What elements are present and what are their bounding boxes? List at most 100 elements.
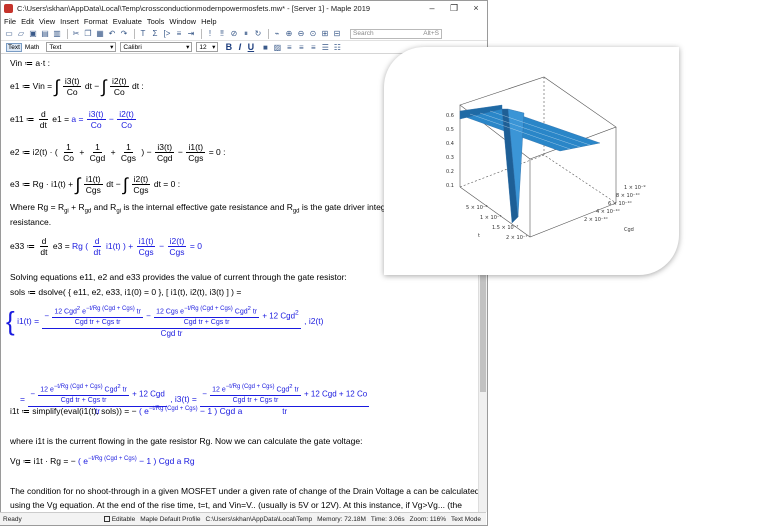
status-mode: Text Mode [451, 515, 481, 523]
t-tick: 5 × 10⁻⁸ [466, 205, 488, 211]
new-document-icon[interactable]: ▭ [4, 29, 14, 39]
z-axis-ticks: 0.6 0.5 0.4 0.3 0.2 0.1 [446, 113, 454, 189]
numbered-list-icon[interactable]: ☷ [332, 42, 342, 52]
text-mode-icon[interactable]: T [138, 29, 148, 39]
cut-icon[interactable]: ✂ [71, 29, 81, 39]
font-select[interactable]: Calibri ▾ [120, 42, 193, 52]
search-box[interactable]: Search Alt+S [350, 28, 442, 39]
3d-plot-card: 0.6 0.5 0.4 0.3 0.2 0.1 5 × 10⁻⁸ 1 × 10⁻… [384, 47, 679, 275]
status-zoom: Zoom: 116% [409, 515, 446, 523]
menu-help[interactable]: Help [201, 17, 216, 26]
chevron-down-icon: ▾ [212, 44, 216, 51]
i1t-definition: i1t ≔ simplify(eval(i1(t), sols)) = − ( … [10, 406, 243, 416]
bold-button[interactable]: B [223, 42, 234, 52]
z-tick: 0.1 [446, 183, 454, 189]
t-axis-label: t [478, 233, 480, 239]
z-tick: 0.4 [446, 141, 454, 147]
plot-box-back [459, 154, 617, 204]
expand-icon[interactable]: ⊞ [320, 29, 330, 39]
i1t-description: where i1t is the current flowing in the … [10, 436, 363, 446]
editable-toggle[interactable]: Editable [103, 515, 135, 523]
cgd-axis-ticks: 2 × 10⁻¹⁰ 4 × 10⁻¹⁰ 6 × 10⁻¹⁰ 8 × 10⁻¹⁰ … [584, 185, 646, 233]
checkbox-icon[interactable] [103, 515, 110, 522]
bullet-list-icon[interactable]: ☰ [320, 42, 330, 52]
e2-definition: e2 ≔ i2(t) · ( 1 Co + 1 Cgd + 1 Cgs ) − i3(… [10, 142, 226, 163]
execute-icon[interactable]: ! [205, 29, 215, 39]
condition-text-1: The condition for no shoot-through in a … [10, 486, 478, 496]
indent-icon[interactable]: ⇥ [186, 29, 196, 39]
align-center-icon[interactable]: ≡ [296, 42, 306, 52]
stop-icon[interactable]: ⊘ [229, 29, 239, 39]
menu-view[interactable]: View [39, 17, 55, 26]
toolbar-divider [201, 28, 202, 39]
style-value: Text [49, 43, 62, 51]
search-placeholder: Search [353, 30, 374, 37]
status-ready: Ready [3, 515, 22, 523]
underline-button[interactable]: U [245, 42, 256, 52]
maple-logo-icon [4, 3, 13, 13]
status-time: Time: 3.06s [370, 515, 405, 523]
paste-icon[interactable]: ▦ [95, 29, 105, 39]
e1-definition: e1 ≔ Vin = ∫ i3(t) Co dt − ∫ i2(t) Co dt : [10, 76, 144, 97]
rg-description: Where Rg = Rgi + Rgd and Rgi is the inte… [10, 202, 394, 215]
execution-group-icon[interactable]: [> [162, 29, 172, 39]
status-path: C:\Users\skhan\AppData\Local\Temp [205, 515, 313, 523]
text-color-icon[interactable]: ■ [260, 42, 270, 52]
toolbar-divider [268, 28, 269, 39]
redo-icon[interactable]: ↷ [119, 29, 129, 39]
3d-surface-plot: 0.6 0.5 0.4 0.3 0.2 0.1 5 × 10⁻⁸ 1 × 10⁻… [446, 76, 646, 241]
toolbar-divider [67, 28, 68, 39]
vin-definition: Vin ≔ a·t : [10, 58, 50, 68]
toolbar-divider [134, 28, 135, 39]
link-icon[interactable]: ⌁ [272, 29, 282, 39]
chevron-down-icon: ▾ [186, 44, 190, 51]
zoom-icon[interactable]: ⊙ [308, 29, 318, 39]
menu-format[interactable]: Format [84, 17, 108, 26]
open-folder-icon[interactable]: ▱ [16, 29, 26, 39]
math-mode-button[interactable]: Math [23, 43, 41, 52]
minimize-button[interactable]: – [421, 3, 443, 13]
menu-evaluate[interactable]: Evaluate [113, 17, 142, 26]
undo-icon[interactable]: ↶ [107, 29, 117, 39]
close-button[interactable]: × [465, 3, 487, 13]
save-icon[interactable]: ▣ [28, 29, 38, 39]
plot-box-bottom [459, 186, 617, 238]
section-icon[interactable]: ≡ [174, 29, 184, 39]
copy-icon[interactable]: ❐ [83, 29, 93, 39]
cgd-tick: 2 × 10⁻¹⁰ [584, 217, 608, 223]
z-tick: 0.6 [446, 113, 454, 119]
print-preview-icon[interactable]: ▥ [52, 29, 62, 39]
menu-tools[interactable]: Tools [147, 17, 165, 26]
align-left-icon[interactable]: ≡ [284, 42, 294, 52]
cgd-axis-label: Cgd [624, 227, 634, 233]
cgd-tick: 6 × 10⁻¹⁰ [608, 201, 632, 207]
cgd-tick: 4 × 10⁻¹⁰ [596, 209, 620, 215]
debug-icon[interactable]: ⏸ [241, 29, 251, 39]
style-select[interactable]: Text ▾ [46, 42, 117, 52]
font-size-select[interactable]: 12 ▾ [196, 42, 219, 52]
menu-file[interactable]: File [4, 17, 16, 26]
zoom-in-icon[interactable]: ⊕ [284, 29, 294, 39]
cgd-tick: 8 × 10⁻¹⁰ [616, 193, 640, 199]
restart-icon[interactable]: ↻ [253, 29, 263, 39]
title-bar: C:\Users\skhan\AppData\Local\Temp\crossc… [1, 1, 487, 15]
sum-icon[interactable]: Σ [150, 29, 160, 39]
sols-command: sols ≔ dsolve( { e11, e2, e33, i1(0) = 0… [10, 287, 242, 297]
print-icon[interactable]: ▤ [40, 29, 50, 39]
highlight-icon[interactable]: ▨ [272, 42, 282, 52]
condition-text-2: using the Vg equation. At the end of the… [10, 500, 462, 510]
menu-bar: File Edit View Insert Format Evaluate To… [1, 15, 487, 27]
align-right-icon[interactable]: ≡ [308, 42, 318, 52]
menu-insert[interactable]: Insert [60, 17, 79, 26]
t-tick: 2 × 10⁻⁷ [506, 235, 528, 241]
e11-definition: e11 ≔ d dt e1 = a = i3(t) Co − i2(t) Co [10, 109, 136, 130]
maximize-button[interactable]: ❐ [443, 3, 465, 14]
zoom-out-icon[interactable]: ⊖ [296, 29, 306, 39]
rg-description-cont: resistance. [10, 217, 52, 227]
collapse-icon[interactable]: ⊟ [332, 29, 342, 39]
italic-button[interactable]: I [234, 42, 245, 52]
menu-edit[interactable]: Edit [21, 17, 34, 26]
execute-all-icon[interactable]: ‼ [217, 29, 227, 39]
menu-window[interactable]: Window [169, 17, 196, 26]
text-mode-button[interactable]: Text [6, 42, 22, 52]
